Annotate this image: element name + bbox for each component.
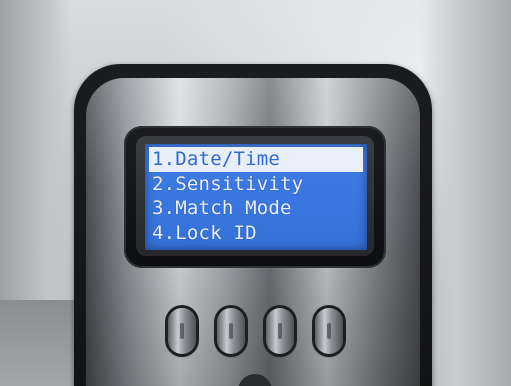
menu-item-lock-id[interactable]: 4.Lock ID [149,221,363,246]
photo-scene: 1.Date/Time 2.Sensitivity 3.Match Mode 4… [0,0,511,386]
button-blank-icon [327,323,331,339]
keypad-button-2[interactable] [217,308,245,354]
keypad-button-4[interactable] [315,308,343,354]
settings-menu: 1.Date/Time 2.Sensitivity 3.Match Mode 4… [149,147,363,245]
menu-item-sensitivity[interactable]: 2.Sensitivity [149,172,363,197]
keypad-button-3[interactable] [266,308,294,354]
lcd-display: 1.Date/Time 2.Sensitivity 3.Match Mode 4… [145,144,367,250]
keypad-button-1[interactable] [168,308,196,354]
button-blank-icon [229,323,233,339]
button-blank-icon [278,323,282,339]
menu-item-date-time[interactable]: 1.Date/Time [149,147,363,172]
menu-item-match-mode[interactable]: 3.Match Mode [149,196,363,221]
button-blank-icon [180,323,184,339]
background-wall-right [421,0,511,386]
